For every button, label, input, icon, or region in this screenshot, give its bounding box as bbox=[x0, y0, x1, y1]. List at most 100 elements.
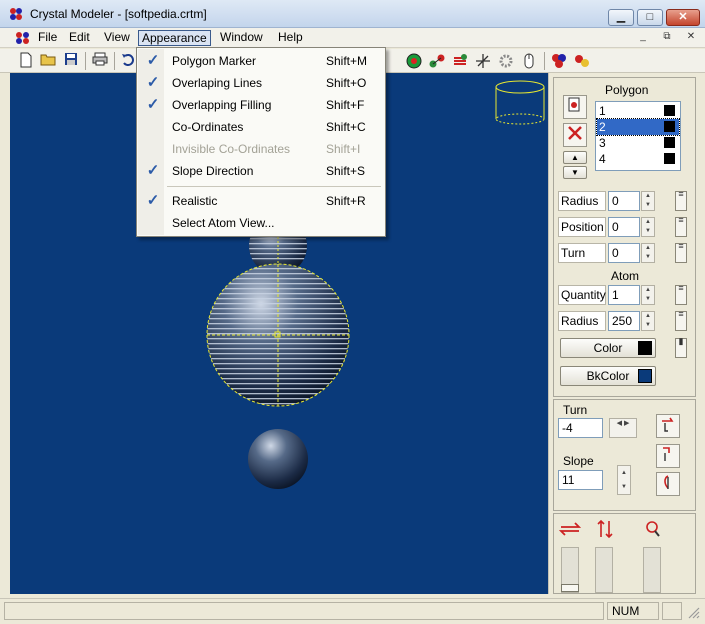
resize-grip-icon[interactable] bbox=[686, 605, 700, 619]
turn-spinner[interactable]: ▲ ▼ bbox=[641, 243, 655, 263]
mouse-icon[interactable] bbox=[520, 52, 538, 70]
horizontal-move-icon bbox=[558, 519, 582, 539]
toolbar-separator bbox=[114, 52, 115, 70]
slope-label: Slope bbox=[563, 454, 594, 468]
view-turn-input[interactable]: -4 bbox=[558, 418, 603, 438]
zoom-icon bbox=[642, 519, 664, 539]
polygon-list[interactable]: 1 2 3 4 bbox=[595, 101, 681, 171]
status-bar: NUM bbox=[0, 598, 705, 624]
new-file-icon[interactable] bbox=[17, 52, 35, 70]
app-icon bbox=[9, 7, 23, 21]
close-button[interactable]: ✕ bbox=[666, 9, 700, 26]
quantity-spinner[interactable]: ▲ ▼ bbox=[641, 285, 655, 305]
gear-icon[interactable] bbox=[497, 52, 515, 70]
position-input[interactable]: 0 bbox=[608, 217, 640, 237]
check-icon bbox=[143, 118, 163, 136]
atom-header: Atom bbox=[611, 269, 640, 283]
maximize-button[interactable]: □ bbox=[637, 9, 663, 26]
list-item[interactable]: 1 bbox=[597, 103, 679, 119]
radius-spinner[interactable]: ▲ ▼ bbox=[641, 191, 655, 211]
menu-file[interactable]: File bbox=[35, 30, 60, 46]
molecule-icon[interactable] bbox=[550, 52, 568, 70]
flip-view-button[interactable] bbox=[656, 472, 680, 496]
move-up-button[interactable]: ▲ bbox=[563, 151, 587, 164]
menu-appearance[interactable]: Appearance bbox=[138, 30, 211, 46]
check-icon: ✓ bbox=[146, 74, 160, 91]
quantity-slider-button[interactable]: ≡ bbox=[675, 284, 687, 305]
minimize-button[interactable]: ▁ bbox=[608, 9, 634, 26]
turn-input[interactable]: 0 bbox=[608, 243, 640, 263]
title-bar: Crystal Modeler - [softpedia.crtm] ▁ □ ✕ bbox=[0, 0, 705, 28]
control-panel: Polygon ▲ ▼ 1 2 3 4 Radius 0 ▲ ▼ ≡ Positi… bbox=[548, 73, 705, 594]
document-icon[interactable] bbox=[15, 31, 30, 45]
add-polygon-button[interactable] bbox=[563, 95, 587, 119]
move-down-button[interactable]: ▼ bbox=[563, 166, 587, 179]
slope-spinner[interactable]: ▲ ▼ bbox=[617, 465, 631, 495]
status-pane-empty bbox=[662, 602, 682, 620]
slope-input[interactable]: 11 bbox=[558, 470, 603, 490]
zoom-slider[interactable] bbox=[643, 547, 661, 593]
menu-item-co-ordinates[interactable]: Co-Ordinates Shift+C bbox=[139, 116, 383, 138]
crystal-lattice-icon[interactable] bbox=[573, 52, 591, 70]
polygon-color-swatch bbox=[664, 105, 675, 116]
open-folder-icon[interactable] bbox=[39, 52, 57, 70]
radius-input[interactable]: 0 bbox=[608, 191, 640, 211]
vertical-move-icon bbox=[594, 519, 616, 539]
position-slider-button[interactable]: ≡ bbox=[675, 216, 687, 237]
menu-item-overlapping-filling[interactable]: ✓ Overlapping Filling Shift+F bbox=[139, 94, 383, 116]
rotate-icon bbox=[662, 417, 674, 432]
menu-item-polygon-marker[interactable]: ✓ Polygon Marker Shift+M bbox=[139, 50, 383, 72]
check-icon: ✓ bbox=[146, 96, 160, 113]
horizontal-slider[interactable] bbox=[561, 547, 579, 593]
radius-label: Radius bbox=[558, 191, 606, 211]
sphere-view-icon[interactable] bbox=[405, 52, 423, 70]
quantity-input[interactable]: 1 bbox=[608, 285, 640, 305]
atom-radius-label: Radius bbox=[558, 311, 606, 331]
check-icon bbox=[143, 214, 163, 232]
color-extra-button[interactable]: ▮ bbox=[675, 337, 687, 358]
save-icon[interactable] bbox=[62, 52, 80, 70]
menu-item-slope-direction[interactable]: ✓ Slope Direction Shift+S bbox=[139, 160, 383, 182]
position-spinner[interactable]: ▲ ▼ bbox=[641, 217, 655, 237]
slider-thumb[interactable] bbox=[561, 584, 579, 592]
delete-polygon-button[interactable] bbox=[563, 123, 587, 147]
quantity-label: Quantity bbox=[558, 285, 606, 305]
atom-radius-spinner[interactable]: ▲ ▼ bbox=[641, 311, 655, 331]
toolbar-separator bbox=[544, 52, 545, 70]
check-icon bbox=[143, 140, 163, 158]
vertical-slider[interactable] bbox=[595, 547, 613, 593]
print-icon[interactable] bbox=[91, 52, 109, 70]
menu-item-select-atom-view[interactable]: Select Atom View... bbox=[139, 212, 383, 234]
position-label: Position bbox=[558, 217, 606, 237]
polygon-color-swatch bbox=[664, 121, 675, 132]
undo-icon[interactable] bbox=[119, 52, 137, 70]
tilt-icon bbox=[663, 447, 670, 461]
rotate-view-button[interactable] bbox=[656, 414, 680, 438]
check-icon: ✓ bbox=[146, 162, 160, 179]
mdi-close-button[interactable]: ✕ bbox=[684, 31, 698, 44]
menu-help[interactable]: Help bbox=[275, 30, 306, 46]
menu-item-realistic[interactable]: ✓ Realistic Shift+R bbox=[139, 190, 383, 212]
layers-icon[interactable] bbox=[451, 52, 469, 70]
atom-selected[interactable] bbox=[206, 263, 351, 408]
turn-slider-button[interactable]: ≡ bbox=[675, 242, 687, 263]
polygon-color-swatch bbox=[664, 137, 675, 148]
tilt-view-button[interactable] bbox=[656, 444, 680, 468]
atom-radius-slider-button[interactable]: ≡ bbox=[675, 310, 687, 331]
view-turn-spinner[interactable]: ◀ ▶ bbox=[609, 418, 637, 438]
menu-window[interactable]: Window bbox=[217, 30, 266, 46]
atom-bottom[interactable] bbox=[248, 429, 308, 489]
mdi-minimize-button[interactable]: _ bbox=[636, 31, 650, 44]
menu-view[interactable]: View bbox=[101, 30, 133, 46]
appearance-dropdown: ✓ Polygon Marker Shift+M ✓ Overlaping Li… bbox=[136, 47, 386, 237]
list-item-selected[interactable]: 2 bbox=[596, 118, 680, 136]
menu-edit[interactable]: Edit bbox=[66, 30, 93, 46]
mdi-restore-button[interactable]: ⧉ bbox=[660, 31, 674, 44]
atom-radius-input[interactable]: 250 bbox=[608, 311, 640, 331]
radius-slider-button[interactable]: ≡ bbox=[675, 190, 687, 211]
axis-icon[interactable] bbox=[474, 52, 492, 70]
link-atoms-icon[interactable] bbox=[428, 52, 446, 70]
menu-item-overlaping-lines[interactable]: ✓ Overlaping Lines Shift+O bbox=[139, 72, 383, 94]
list-item[interactable]: 3 bbox=[597, 135, 679, 151]
list-item[interactable]: 4 bbox=[597, 151, 679, 167]
